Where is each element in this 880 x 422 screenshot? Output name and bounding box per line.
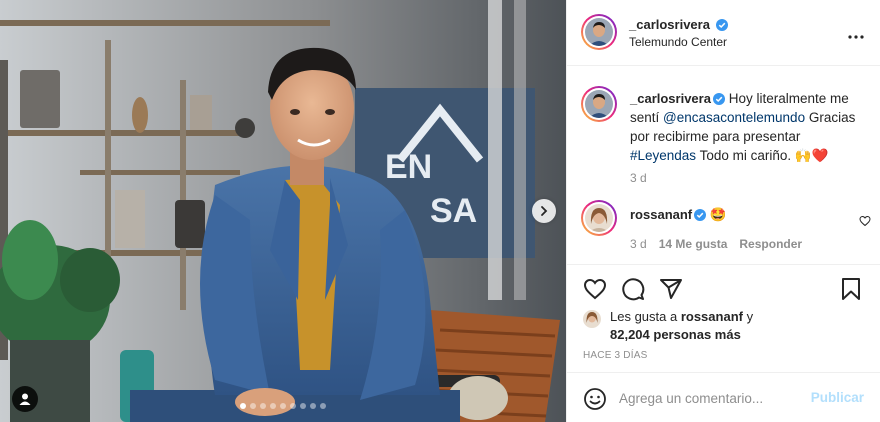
heart-icon (583, 278, 607, 300)
author-avatar[interactable] (581, 14, 617, 50)
smiley-icon (584, 388, 606, 410)
carousel-dot (280, 403, 286, 409)
likes-count-link[interactable]: 82,204 personas más (610, 327, 741, 342)
sign-text-bottom: SA (430, 192, 477, 230)
save-button[interactable] (839, 277, 863, 304)
carousel-dot (270, 403, 276, 409)
commenter-username[interactable]: rossananf (630, 207, 692, 222)
liker-avatar[interactable] (583, 310, 601, 328)
caption-username[interactable]: _carlosrivera (630, 91, 711, 106)
comment-input[interactable] (619, 387, 819, 409)
carousel-dot (290, 403, 296, 409)
emoji-button[interactable] (583, 387, 607, 414)
carousel-indicator (0, 403, 566, 409)
comment-like-button[interactable] (859, 214, 871, 230)
comment-meta: 3 d 14 Me gusta Responder (630, 237, 802, 251)
post-photo: EN SA (0, 0, 566, 422)
sign-text-top: EN (385, 148, 432, 186)
more-options-button[interactable] (848, 26, 864, 42)
carousel-dot (300, 403, 306, 409)
paper-plane-icon (660, 279, 682, 299)
carousel-dot (320, 403, 326, 409)
comment-reply-button[interactable]: Responder (739, 237, 802, 251)
caption-avatar-image (585, 90, 613, 118)
likes-middle: y (742, 309, 754, 324)
publish-comment-button[interactable]: Publicar (811, 390, 864, 405)
author-username[interactable]: _carlosrivera (629, 17, 710, 32)
comment-button[interactable] (621, 277, 645, 304)
post-media[interactable]: EN SA (0, 0, 566, 422)
comment-text: rossananf 🤩 (630, 207, 727, 223)
commenter-avatar[interactable] (581, 200, 617, 236)
caption-mention-link[interactable]: @encasacontelemundo (663, 110, 805, 125)
comment-icon (622, 278, 645, 301)
verified-badge-icon (694, 209, 707, 221)
likes-text: Les gusta a rossananf y 82,204 personas … (610, 308, 870, 344)
liker-username[interactable]: rossananf (681, 309, 743, 324)
likes-prefix: Les gusta a (610, 309, 681, 324)
commenter-avatar-image (585, 204, 613, 232)
carousel-dot (250, 403, 256, 409)
more-options-icon (848, 35, 864, 39)
carousel-dot (240, 403, 246, 409)
caption-text: _carlosrivera Hoy literalmente me sentí … (630, 89, 865, 165)
comment-timestamp[interactable]: 3 d (630, 237, 647, 251)
caption-hashtag-link[interactable]: #Leyendas (630, 148, 696, 163)
like-button[interactable] (583, 277, 607, 304)
author-avatar-image (585, 18, 613, 46)
carousel-dot (260, 403, 266, 409)
caption-body-end: Todo mi cariño. 🙌❤️ (696, 148, 829, 163)
author-info: _carlosrivera Telemundo Center (629, 16, 728, 49)
post-location[interactable]: Telemundo Center (629, 35, 728, 49)
bookmark-icon (842, 278, 860, 300)
verified-badge-icon (715, 19, 728, 31)
share-button[interactable] (659, 277, 683, 304)
comment-body: 🤩 (709, 207, 727, 222)
chevron-right-icon (541, 206, 548, 216)
post-action-bar (567, 264, 880, 304)
verified-badge-icon (712, 93, 725, 105)
post-timestamp[interactable]: HACE 3 DÍAS (583, 350, 647, 361)
add-comment-section: Publicar (567, 372, 880, 422)
post-side-panel: _carlosrivera Telemundo Center _carlosri… (566, 0, 880, 422)
carousel-dot (310, 403, 316, 409)
heart-icon (859, 215, 871, 227)
caption-author-avatar[interactable] (581, 86, 617, 122)
caption-timestamp[interactable]: 3 d (630, 171, 647, 185)
instagram-post: EN SA _carlosrivera Telemundo Center _ca… (0, 0, 880, 422)
carousel-next-button[interactable] (532, 199, 556, 223)
comment-likes-count[interactable]: 14 Me gusta (659, 237, 728, 251)
post-header: _carlosrivera Telemundo Center (567, 0, 880, 66)
